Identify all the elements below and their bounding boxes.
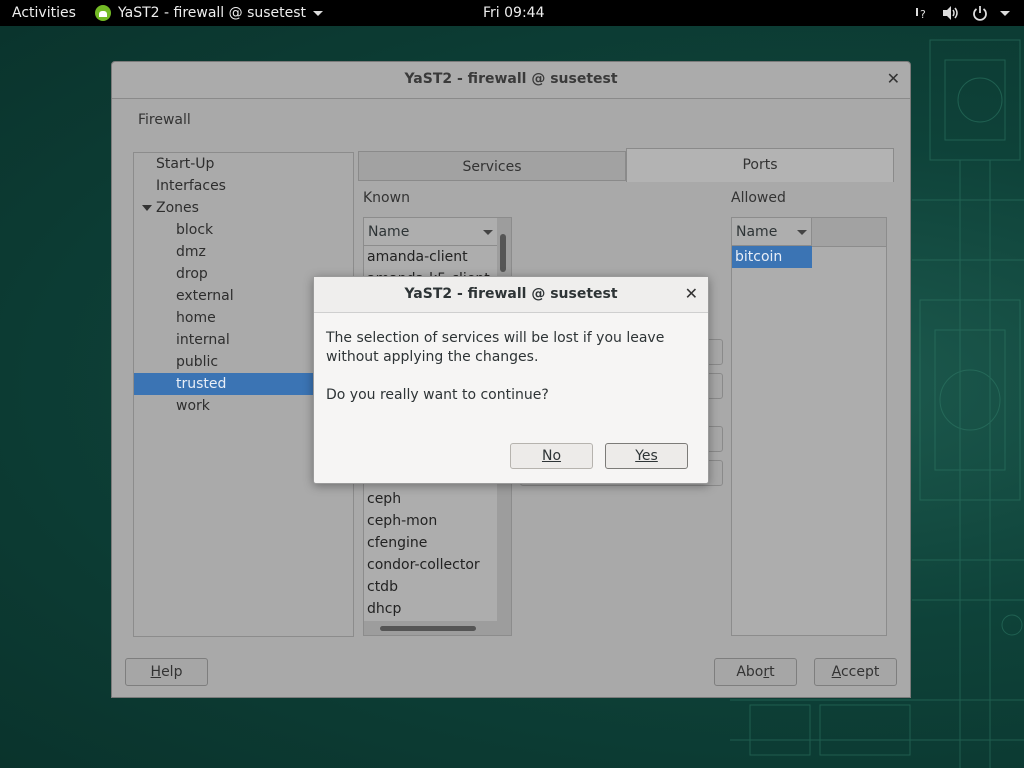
volume-icon <box>943 6 958 20</box>
tab-ports[interactable]: Ports <box>626 148 894 182</box>
chevron-down-icon <box>313 10 324 16</box>
sort-arrow-icon <box>797 230 807 235</box>
tab-services[interactable]: Services <box>358 151 626 181</box>
help-button-label: elp <box>161 664 183 680</box>
tree-item-work[interactable]: work <box>176 395 210 417</box>
power-icon <box>973 6 987 21</box>
tree-item-drop[interactable]: drop <box>176 263 208 285</box>
list-item[interactable]: ceph-mon <box>364 510 497 532</box>
tree-item-internal[interactable]: internal <box>176 329 230 351</box>
tree-item-label: Zones <box>156 200 199 216</box>
abort-button[interactable]: Abort <box>714 658 797 686</box>
tree-item-zones[interactable]: Zones <box>142 197 199 219</box>
list-item[interactable]: condor-collector <box>364 554 497 576</box>
help-button-label-h: H <box>150 664 162 680</box>
abort-button-label-a: Abo <box>736 664 764 680</box>
known-label: Known <box>363 190 410 206</box>
yes-button-label: Yes <box>635 448 658 464</box>
tree-item-external[interactable]: external <box>176 285 234 307</box>
list-item[interactable]: dhcp <box>364 598 497 620</box>
svg-text:?: ? <box>920 8 926 21</box>
system-tray[interactable]: ? <box>914 0 1010 26</box>
yes-button[interactable]: Yes <box>605 443 688 469</box>
window-title: YaST2 - firewall @ susetest <box>404 71 618 87</box>
list-item[interactable]: ceph <box>364 488 497 510</box>
list-item[interactable]: cfengine <box>364 532 497 554</box>
scrollbar-thumb[interactable] <box>380 626 476 631</box>
top-bar: Activities YaST2 - firewall @ susetest F… <box>0 0 1024 26</box>
allowed-label: Allowed <box>731 190 786 206</box>
no-button[interactable]: No <box>510 443 593 469</box>
yast-app-icon <box>95 5 111 21</box>
close-icon[interactable]: ✕ <box>887 62 900 96</box>
list-item[interactable]: bitcoin <box>732 246 812 268</box>
tree-item-public[interactable]: public <box>176 351 218 373</box>
list-item[interactable]: ctdb <box>364 576 497 598</box>
dialog-title: YaST2 - firewall @ susetest <box>404 286 618 302</box>
tree-item-interfaces[interactable]: Interfaces <box>156 175 226 197</box>
dialog-message: The selection of services will be lost i… <box>326 330 665 365</box>
tree-item-start-up[interactable]: Start-Up <box>156 153 214 175</box>
tree-item-trusted[interactable]: trusted <box>134 373 314 395</box>
allowed-name-column-header[interactable]: Name <box>732 218 812 246</box>
sort-arrow-icon <box>483 230 493 235</box>
confirm-dialog: YaST2 - firewall @ susetest ✕ The select… <box>313 276 709 484</box>
activities-button[interactable]: Activities <box>12 0 76 26</box>
menu-arrow-icon <box>1000 10 1010 16</box>
clock[interactable]: Fri 09:44 <box>483 0 544 26</box>
app-menu[interactable]: YaST2 - firewall @ susetest <box>95 0 324 26</box>
help-button[interactable]: Help <box>125 658 208 686</box>
expander-arrow-icon[interactable] <box>142 205 152 211</box>
scrollbar-thumb[interactable] <box>500 234 506 272</box>
tab-services-label: Services <box>462 159 522 175</box>
allowed-services-list[interactable]: Name bitcoin <box>731 217 887 636</box>
tab-ports-label: Ports <box>742 157 778 173</box>
app-menu-label: YaST2 - firewall @ susetest <box>118 5 307 21</box>
close-icon[interactable]: ✕ <box>685 277 698 311</box>
known-name-column-header[interactable]: Name <box>364 218 497 246</box>
no-button-label: No <box>541 448 562 464</box>
tree-item-home[interactable]: home <box>176 307 216 329</box>
accept-button[interactable]: Accept <box>814 658 897 686</box>
tree-item-block[interactable]: block <box>176 219 213 241</box>
column-header-label: Name <box>736 224 778 240</box>
horizontal-scrollbar[interactable] <box>364 621 511 635</box>
accept-button-label-a: A <box>831 664 841 680</box>
window-titlebar[interactable]: YaST2 - firewall @ susetest ✕ <box>112 62 910 99</box>
dialog-titlebar[interactable]: YaST2 - firewall @ susetest ✕ <box>314 277 708 313</box>
accept-button-label: ccept <box>840 664 880 680</box>
accessibility-icon: ? <box>916 8 926 21</box>
tree-item-dmz[interactable]: dmz <box>176 241 206 263</box>
column-header-filler <box>812 218 886 247</box>
list-item[interactable]: amanda-client <box>364 246 497 268</box>
dialog-question: Do you really want to continue? <box>326 387 549 403</box>
abort-button-label-t: t <box>769 664 775 680</box>
column-header-label: Name <box>368 224 410 240</box>
module-title: Firewall <box>138 112 191 128</box>
